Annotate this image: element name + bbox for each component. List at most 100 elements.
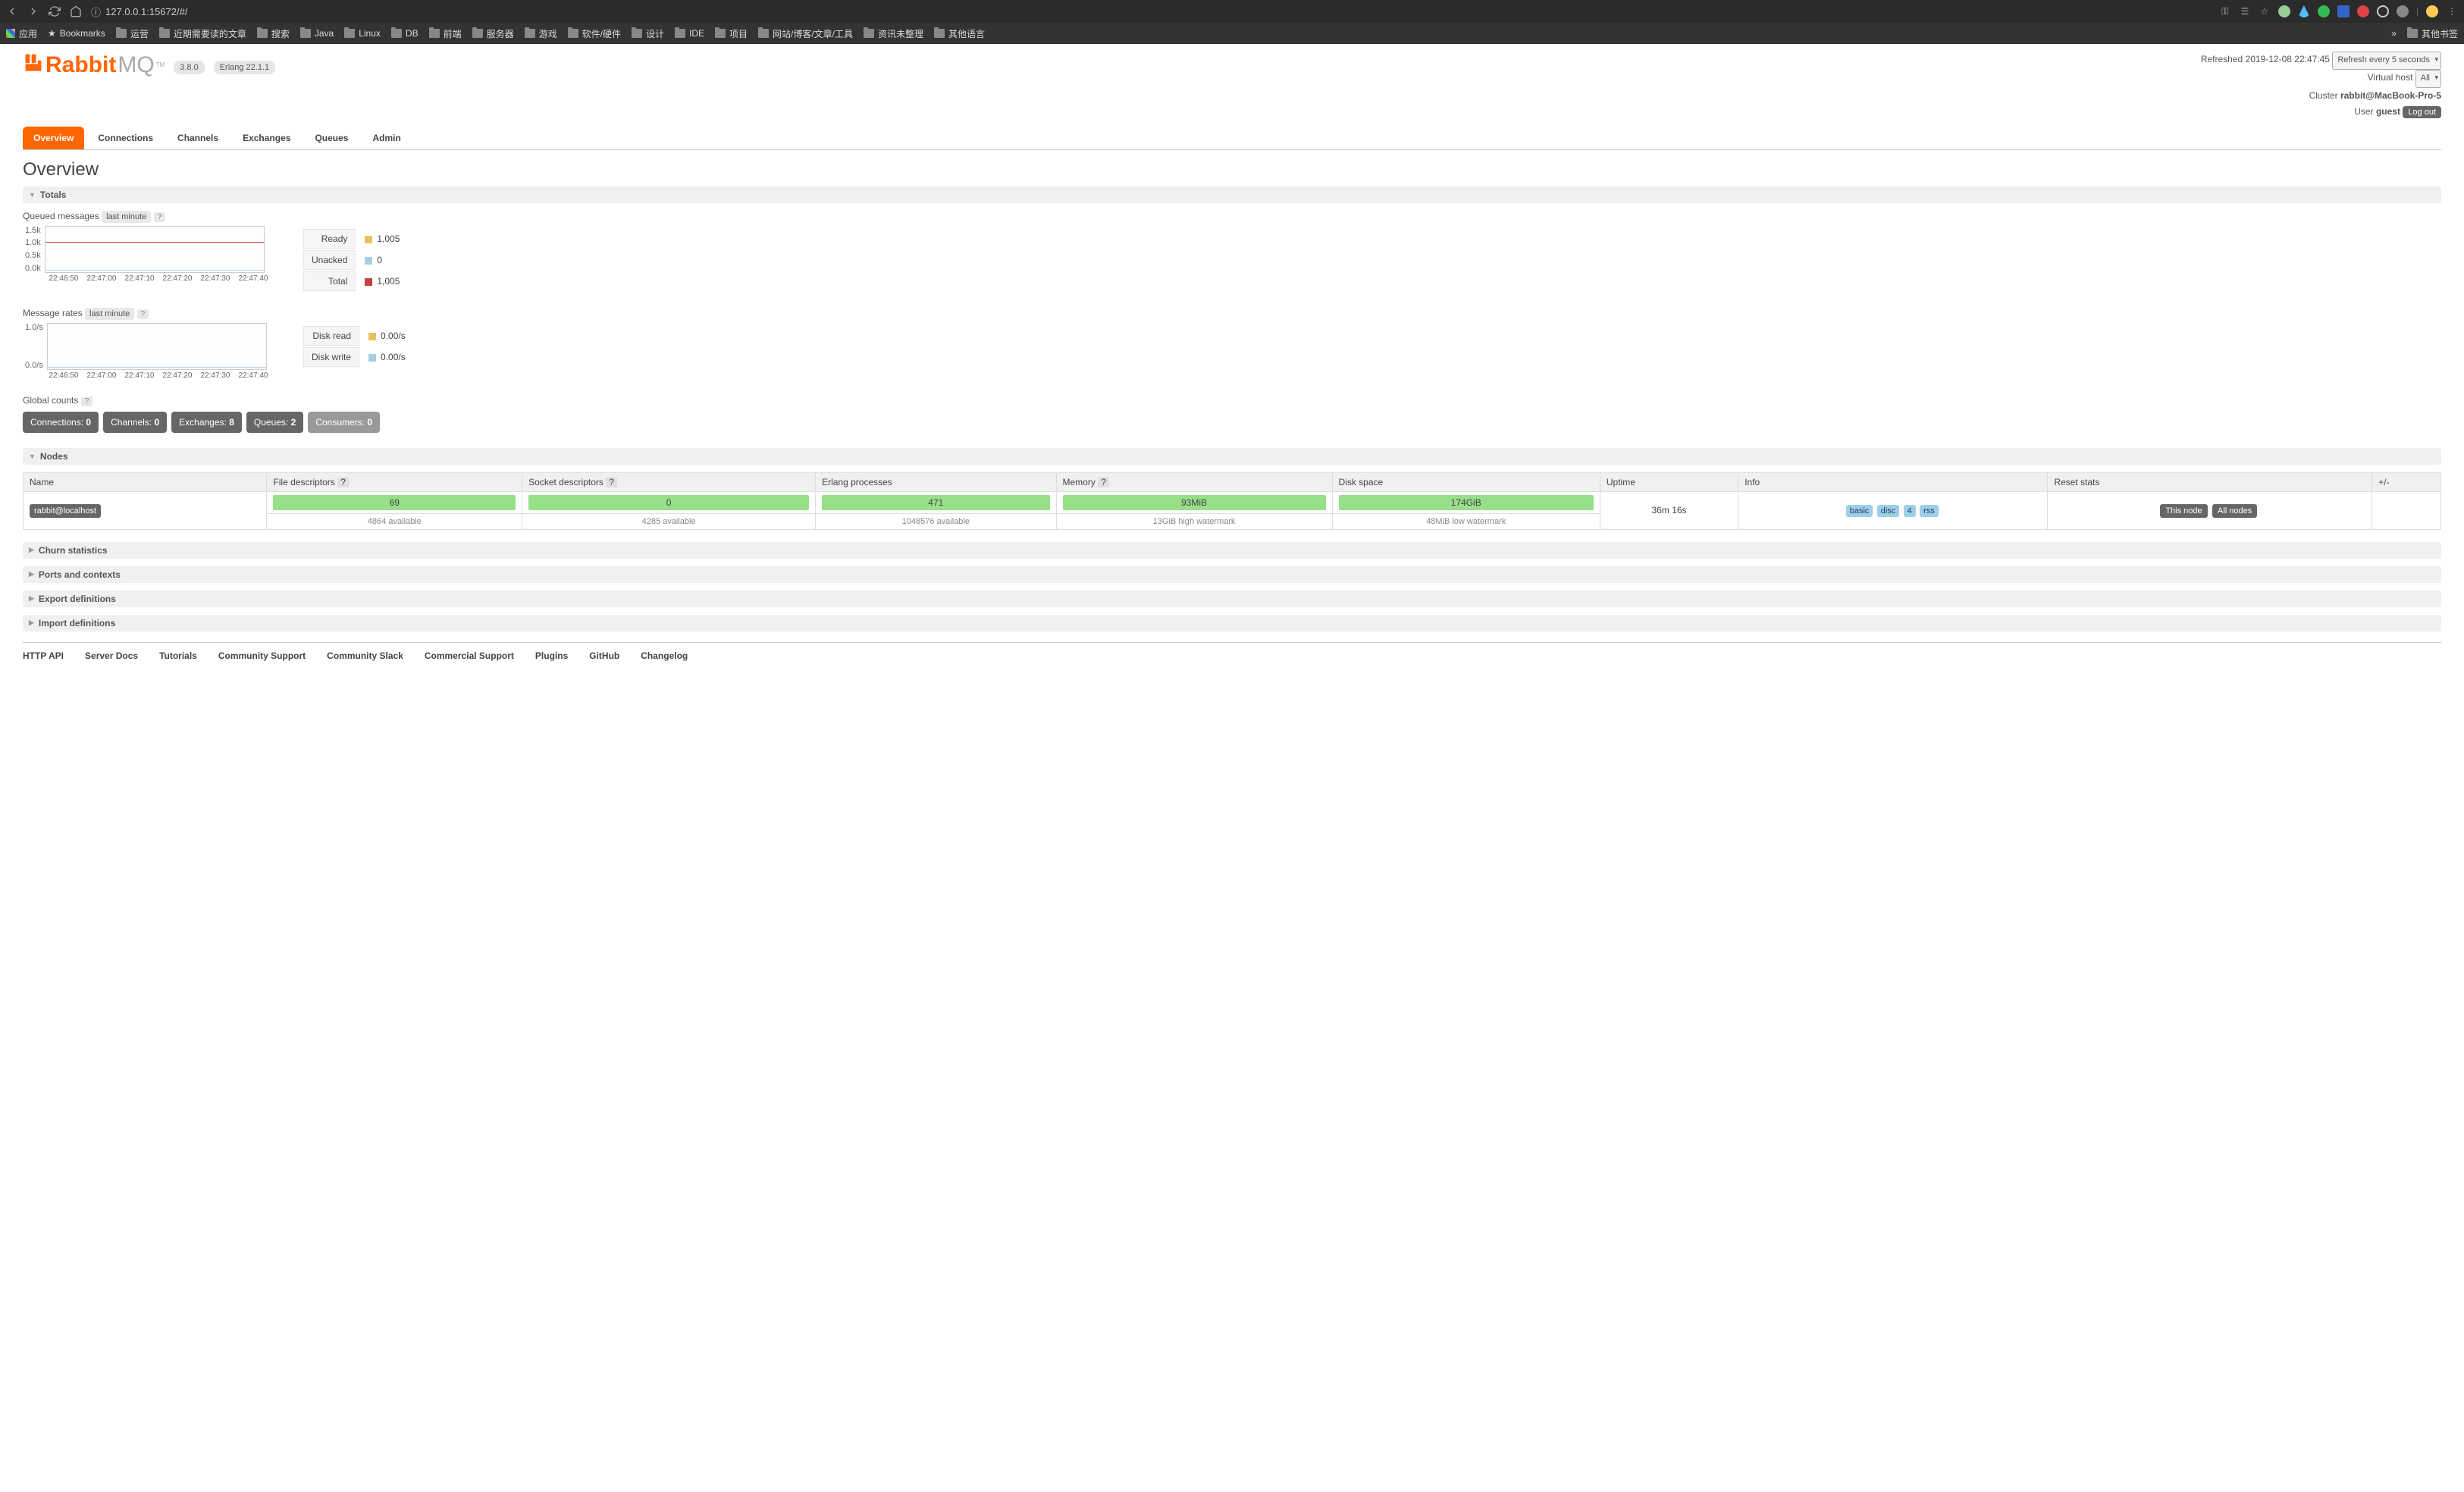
ext-icon-2[interactable] [2298,5,2310,17]
bookmark-folder[interactable]: 其他语言 [934,27,985,40]
chevron-right-icon: ▶ [29,619,34,627]
bookmark-folder[interactable]: 软件/硬件 [568,27,621,40]
browser-address-bar: ⓘ 127.0.0.1:15672/#/ ⚿ ☰ ☆ | ⋮ [0,0,2464,23]
forward-icon[interactable] [27,5,39,17]
footer-link[interactable]: GitHub [589,650,619,661]
queued-x-axis: 22:46:5022:47:0022:47:1022:47:2022:47:30… [45,274,271,283]
home-icon[interactable] [70,5,82,17]
info-tag: 4 [1904,505,1916,517]
count-consumers[interactable]: Consumers: 0 [308,412,380,433]
tab-queues[interactable]: Queues [304,127,359,149]
queued-chart [45,226,265,273]
footer-link[interactable]: Community Slack [327,650,403,661]
bookmark-folder[interactable]: 前端 [429,27,462,40]
count-channels[interactable]: Channels: 0 [103,412,167,433]
other-bookmarks[interactable]: 其他书签 [2407,27,2458,40]
global-counts-title: Global counts [23,395,78,406]
rates-range[interactable]: last minute [85,308,134,320]
menu-icon[interactable]: ⋮ [2446,5,2458,17]
refresh-interval-select[interactable]: Refresh every 5 seconds [2332,52,2441,70]
nav-tabs: Overview Connections Channels Exchanges … [23,127,2441,150]
reset-all-nodes-button[interactable]: All nodes [2212,504,2257,518]
queued-range[interactable]: last minute [102,211,151,223]
refreshed-label: Refreshed [2201,54,2243,64]
tab-overview[interactable]: Overview [23,127,84,149]
tab-admin[interactable]: Admin [362,127,411,149]
section-nodes[interactable]: ▼ Nodes [23,448,2441,465]
bookmark-folder[interactable]: Java [300,28,334,39]
tab-exchanges[interactable]: Exchanges [232,127,301,149]
key-icon[interactable]: ⚿ [2219,5,2231,17]
help-icon[interactable]: ? [137,309,149,319]
footer-links: HTTP API Server Docs Tutorials Community… [23,642,2441,661]
help-icon[interactable]: ? [1098,477,1109,487]
bookmark-folder[interactable]: IDE [675,28,704,39]
help-icon[interactable]: ? [606,477,617,487]
chevron-right-icon: ▶ [29,546,34,554]
ext-icon-5[interactable] [2357,5,2369,17]
info-icon: ⓘ [91,5,101,19]
ext-icon-4[interactable] [2337,5,2350,17]
reader-icon[interactable]: ☰ [2239,5,2251,17]
bookmark-item[interactable]: ★ Bookmarks [48,28,105,39]
ext-icon-1[interactable] [2278,5,2290,17]
rates-y-axis: 1.0/s0.0/s [23,323,45,370]
chevron-right-icon: ▶ [29,594,34,603]
version-badge: 3.8.0 [174,61,204,74]
logout-button[interactable]: Log out [2403,106,2441,118]
bookmark-folder[interactable]: Linux [344,28,381,39]
apps-icon[interactable]: 应用 [6,27,37,40]
info-tag: rss [1920,505,1939,517]
count-queues[interactable]: Queues: 2 [246,412,303,433]
count-exchanges[interactable]: Exchanges: 8 [171,412,242,433]
bookmark-folder[interactable]: 设计 [632,27,664,40]
help-icon[interactable]: ? [154,212,166,222]
reset-this-node-button[interactable]: This node [2160,504,2207,518]
ext-icon-7[interactable] [2397,5,2409,17]
count-connections[interactable]: Connections: 0 [23,412,99,433]
node-name-badge[interactable]: rabbit@localhost [30,504,101,518]
footer-link[interactable]: HTTP API [23,650,64,661]
rabbit-icon [23,52,44,78]
rates-title: Message rates [23,308,83,318]
rates-x-axis: 22:46:5022:47:0022:47:1022:47:2022:47:30… [45,371,271,380]
bookmark-folder[interactable]: 服务器 [472,27,514,40]
vhost-select[interactable]: All [2415,70,2441,88]
section-churn[interactable]: ▶Churn statistics [23,542,2441,559]
ext-icon-3[interactable] [2318,5,2330,17]
url-display[interactable]: ⓘ 127.0.0.1:15672/#/ [91,5,187,19]
chevron-right-icon: ▶ [29,570,34,578]
help-icon[interactable]: ? [337,477,349,487]
footer-link[interactable]: Community Support [218,650,306,661]
footer-link[interactable]: Tutorials [159,650,197,661]
bookmark-folder[interactable]: 资讯未整理 [864,27,923,40]
section-ports[interactable]: ▶Ports and contexts [23,566,2441,583]
profile-icon[interactable] [2426,5,2438,17]
back-icon[interactable] [6,5,18,17]
tab-connections[interactable]: Connections [87,127,164,149]
page-title: Overview [23,159,2441,180]
bookmark-folder[interactable]: 网站/博客/文章/工具 [758,27,853,40]
bookmark-folder[interactable]: 搜索 [257,27,290,40]
footer-link[interactable]: Server Docs [85,650,138,661]
footer-link[interactable]: Commercial Support [425,650,514,661]
refreshed-time: 2019-12-08 22:47:45 [2246,54,2330,64]
section-export[interactable]: ▶Export definitions [23,591,2441,607]
ext-icon-6[interactable] [2377,5,2389,17]
bookmark-folder[interactable]: 游戏 [525,27,557,40]
footer-link[interactable]: Plugins [535,650,568,661]
bookmark-overflow[interactable]: » [2391,28,2397,39]
footer-link[interactable]: Changelog [641,650,688,661]
tab-channels[interactable]: Channels [167,127,229,149]
rates-chart [47,323,267,370]
bookmark-folder[interactable]: 项目 [715,27,748,40]
bookmark-folder[interactable]: 近期需要读的文章 [159,27,246,40]
bookmark-folder[interactable]: 运营 [116,27,149,40]
section-import[interactable]: ▶Import definitions [23,615,2441,632]
star-icon[interactable]: ☆ [2259,5,2271,17]
bookmark-folder[interactable]: DB [391,28,419,39]
help-icon[interactable]: ? [81,397,93,406]
section-totals[interactable]: ▼ Totals [23,186,2441,203]
reload-icon[interactable] [49,5,61,17]
toggle-columns[interactable]: +/- [2372,472,2441,491]
